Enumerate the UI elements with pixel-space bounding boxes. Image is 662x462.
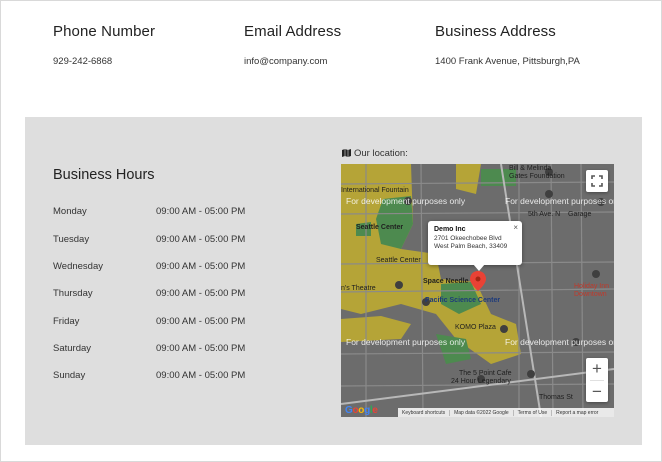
zoom-out-button[interactable]: − (586, 381, 608, 403)
map-label: Space Needle (423, 278, 469, 285)
map-label: Downtown (574, 291, 607, 298)
hours-location-section: Business Hours Monday 09:00 AM - 05:00 P… (25, 117, 642, 445)
google-map[interactable]: For development purposes only For develo… (341, 164, 614, 417)
location-label: Our location: (354, 148, 408, 159)
map-label: 24 Hour Legendary (451, 378, 511, 385)
info-window-line: West Palm Beach, 33409 (434, 243, 508, 250)
hours-time: 09:00 AM - 05:00 PM (156, 343, 246, 354)
keyboard-shortcuts-link[interactable]: Keyboard shortcuts (398, 409, 451, 416)
info-window-tail (473, 264, 485, 271)
dev-watermark: For development purposes only (505, 196, 614, 206)
hours-day: Saturday (53, 343, 92, 354)
map-label: The 5 Point Cafe (459, 370, 512, 377)
hours-day: Thursday (53, 288, 93, 299)
dev-watermark: For development purposes only (346, 196, 466, 206)
map-label: Pacific Science Center (425, 297, 501, 304)
zoom-controls: + − (586, 358, 608, 402)
location-heading: Our location: (341, 147, 408, 160)
map-icon (341, 147, 352, 160)
hours-time: 09:00 AM - 05:00 PM (156, 234, 246, 245)
hours-time: 09:00 AM - 05:00 PM (156, 261, 246, 272)
email-label: Email Address (244, 23, 342, 40)
map-footer: Keyboard shortcuts Map data ©2022 Google… (398, 408, 614, 417)
map-label: Bill & Melinda (509, 165, 552, 172)
map-data-attribution: Map data ©2022 Google (450, 409, 514, 416)
email-value: info@company.com (244, 56, 328, 67)
close-icon[interactable]: × (513, 223, 518, 232)
hours-day: Tuesday (53, 234, 90, 245)
info-window-title: Demo Inc (434, 226, 466, 233)
contact-phone: Phone Number 929-242-6868 (53, 23, 155, 67)
report-error-link[interactable]: Report a map error (552, 410, 602, 416)
map-label: KOMO Plaza (455, 324, 496, 331)
map-label: n's Theatre (341, 285, 376, 292)
google-logo: Google (345, 405, 378, 416)
address-value: 1400 Frank Avenue, Pittsburgh,PA (435, 56, 580, 67)
dev-watermark: For development purposes only (346, 337, 466, 347)
phone-label: Phone Number (53, 23, 156, 40)
map-label: Gates Foundation (509, 173, 565, 180)
hours-time: 09:00 AM - 05:00 PM (156, 316, 246, 327)
map-label: 5th Ave. N (528, 211, 561, 218)
hours-time: 09:00 AM - 05:00 PM (156, 370, 246, 381)
terms-link[interactable]: Terms of Use (514, 409, 553, 416)
hours-day: Friday (53, 316, 80, 327)
hours-time: 09:00 AM - 05:00 PM (156, 288, 246, 299)
address-label: Business Address (435, 23, 556, 40)
map-label: Seattle Center (356, 224, 404, 231)
dev-watermark: For development purposes only (505, 337, 614, 347)
fullscreen-icon (591, 175, 603, 187)
map-label: Thomas St (539, 394, 573, 401)
business-hours-title: Business Hours (53, 167, 155, 183)
contact-email: Email Address info@company.com (244, 23, 341, 67)
contact-address: Business Address 1400 Frank Avenue, Pitt… (435, 23, 580, 67)
hours-day: Monday (53, 206, 87, 217)
map-label: International Fountain (341, 187, 409, 194)
hours-time: 09:00 AM - 05:00 PM (156, 206, 246, 217)
fullscreen-button[interactable] (586, 170, 608, 192)
info-window-line: 2701 Okeechobee Blvd (434, 235, 502, 242)
hours-day: Wednesday (53, 261, 103, 272)
map-label: Seattle Center (376, 257, 421, 264)
map-label: Holiday Inn (574, 283, 610, 290)
hours-day: Sunday (53, 370, 86, 381)
phone-value: 929-242-6868 (53, 56, 113, 67)
zoom-in-button[interactable]: + (586, 358, 608, 380)
info-window: Demo Inc 2701 Okeechobee Blvd West Palm … (428, 221, 522, 265)
page-frame: Phone Number 929-242-6868 Email Address … (0, 0, 662, 462)
map-label: Garage (568, 211, 592, 218)
